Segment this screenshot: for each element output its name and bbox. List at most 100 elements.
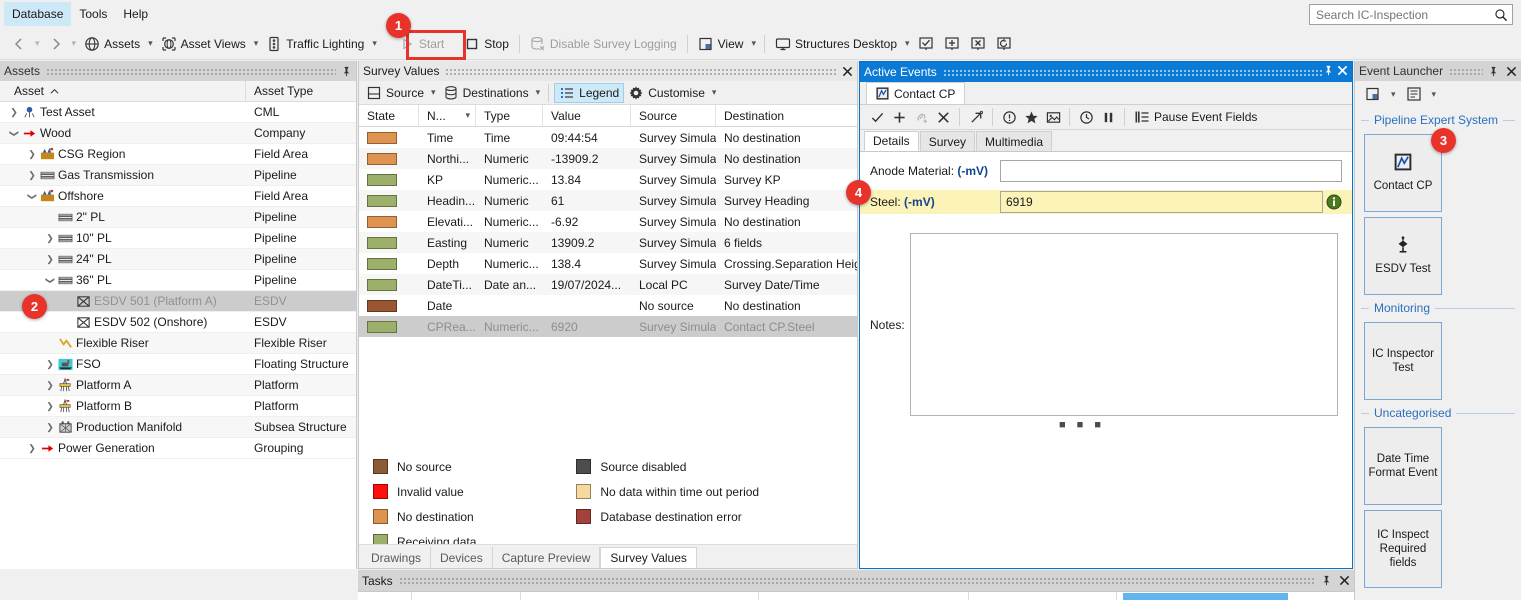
pin-icon[interactable] — [1488, 66, 1499, 77]
history-button[interactable] — [1075, 107, 1097, 127]
close-icon[interactable] — [1339, 575, 1350, 586]
nav-back-caret[interactable]: ▾ — [32, 38, 43, 49]
sv-col-state[interactable]: State — [359, 105, 419, 126]
delete-button[interactable] — [932, 107, 954, 127]
tree-row[interactable]: ❯ 10" PL Pipeline — [0, 228, 356, 249]
tree-row[interactable]: ❯ CSG Region Field Area — [0, 144, 356, 165]
sv-source-button[interactable]: Source — [362, 83, 428, 103]
tree-row[interactable]: ❯ Wood Company — [0, 123, 356, 144]
tree-row[interactable]: ❯ FSO Floating Structure — [0, 354, 356, 375]
active-events-drag-grip[interactable] — [942, 68, 1323, 76]
assets-column-asset[interactable]: Asset — [0, 81, 246, 101]
assets-drag-grip[interactable] — [46, 67, 336, 75]
survey-value-row[interactable]: Date No source No destination — [359, 295, 857, 316]
pin-icon[interactable] — [1321, 575, 1332, 586]
sv-col-type[interactable]: Type — [476, 105, 543, 126]
survey-value-row[interactable]: Elevati... Numeric... -6.92 Survey Simulat.… — [359, 211, 857, 232]
pin-icon[interactable] — [1323, 65, 1334, 76]
esdv-501-tree-row[interactable]: ESDV 501 (Platform A) ESDV — [0, 291, 356, 312]
structures-desktop-button[interactable]: Structures Desktop — [770, 32, 902, 56]
nav-forward-button[interactable] — [43, 32, 69, 56]
tree-row[interactable]: ❯ 36" PL Pipeline — [0, 270, 356, 291]
chevron-right-icon[interactable]: ❯ — [24, 170, 40, 181]
sv-col-destination[interactable]: Destination — [716, 105, 857, 126]
resize-grip-dots[interactable]: ■ ■ ■ — [860, 419, 1304, 431]
menu-item-help[interactable]: Help — [115, 2, 156, 26]
monitor-add-button[interactable] — [939, 32, 965, 56]
monitor-refresh-button[interactable] — [991, 32, 1017, 56]
chevron-right-icon[interactable]: ❯ — [42, 233, 58, 244]
chevron-right-icon[interactable]: ❯ — [42, 359, 58, 370]
survey-value-row[interactable]: Time Time 09:44:54 Survey Simulat... No dest… — [359, 127, 857, 148]
chevron-down-icon[interactable]: ❯ — [9, 125, 20, 141]
chevron-down-icon[interactable]: ❯ — [45, 272, 56, 288]
sv-destinations-button[interactable]: Destinations — [439, 83, 533, 103]
disable-survey-logging-button[interactable]: Disable Survey Logging — [525, 32, 682, 56]
tree-row[interactable]: ESDV 502 (Onshore) ESDV — [0, 312, 356, 333]
sv-customise-button[interactable]: Customise — [624, 83, 709, 103]
structures-desktop-caret[interactable]: ▾ — [902, 38, 913, 49]
image-button[interactable] — [1042, 107, 1064, 127]
chevron-right-icon[interactable]: ❯ — [42, 380, 58, 391]
close-icon[interactable] — [1337, 65, 1348, 76]
survey-values-drag-grip[interactable] — [445, 67, 837, 75]
tasks-selected-cell[interactable] — [1123, 593, 1288, 600]
alert-button[interactable] — [998, 107, 1020, 127]
el-view-caret[interactable]: ▾ — [1388, 89, 1399, 100]
tree-row[interactable]: ❯ 24" PL Pipeline — [0, 249, 356, 270]
tree-row[interactable]: Flexible Riser Flexible Riser — [0, 333, 356, 354]
event-launcher-tile[interactable]: IC Inspector Test — [1364, 322, 1442, 400]
traffic-lighting-caret[interactable]: ▾ — [369, 38, 380, 49]
sv-bottom-tab[interactable]: Devices — [431, 547, 493, 568]
notes-textarea[interactable] — [910, 233, 1338, 416]
chevron-right-icon[interactable]: ❯ — [24, 149, 40, 160]
view-caret[interactable]: ▾ — [748, 38, 759, 49]
nav-forward-caret[interactable]: ▾ — [69, 38, 80, 49]
link-add-button[interactable] — [910, 107, 932, 127]
traffic-lighting-button[interactable]: Traffic Lighting — [261, 32, 369, 56]
chevron-right-icon[interactable]: ❯ — [42, 422, 58, 433]
monitor-check-button[interactable] — [913, 32, 939, 56]
sv-destinations-caret[interactable]: ▾ — [533, 87, 544, 98]
tasks-drag-grip[interactable] — [398, 577, 1316, 584]
survey-value-row[interactable]: Easting Numeric 13909.2 Survey Simulat... 6 … — [359, 232, 857, 253]
chevron-down-icon[interactable]: ❯ — [27, 188, 38, 204]
assets-button[interactable]: Assets — [79, 32, 145, 56]
asset-views-button[interactable]: Asset Views — [156, 32, 251, 56]
el-list-button[interactable] — [1401, 82, 1427, 106]
survey-value-row[interactable]: Northi... Numeric -13909.2 Survey Simulat..… — [359, 148, 857, 169]
tree-row[interactable]: ❯ Platform A Platform — [0, 375, 356, 396]
nav-back-button[interactable] — [6, 32, 32, 56]
sv-col-name[interactable]: N... ▾ — [419, 105, 476, 126]
add-button[interactable] — [888, 107, 910, 127]
stop-button[interactable]: Stop — [459, 32, 514, 56]
sv-customise-caret[interactable]: ▾ — [709, 87, 720, 98]
ae-sub-tab[interactable]: Multimedia — [976, 131, 1053, 151]
chevron-right-icon[interactable]: ❯ — [42, 401, 58, 412]
survey-value-row[interactable]: CPRea... Numeric... 6920 Survey Simulat... C… — [359, 316, 857, 337]
pause-event-fields-button[interactable]: Pause Event Fields — [1130, 107, 1261, 127]
contact-cp-launcher-tile[interactable]: Contact CP — [1364, 134, 1442, 212]
tree-row[interactable]: ❯ Test Asset CML — [0, 102, 356, 123]
sv-bottom-tab[interactable]: Survey Values — [600, 547, 697, 568]
info-icon[interactable] — [1326, 194, 1342, 210]
tree-row[interactable]: ❯ Gas Transmission Pipeline — [0, 165, 356, 186]
event-launcher-drag-grip[interactable] — [1449, 67, 1483, 75]
tree-row[interactable]: ❯ Power Generation Grouping — [0, 438, 356, 459]
close-icon[interactable] — [842, 66, 853, 77]
favourite-button[interactable] — [1020, 107, 1042, 127]
chevron-right-icon[interactable]: ❯ — [42, 254, 58, 265]
tree-row[interactable]: ❯ Offshore Field Area — [0, 186, 356, 207]
event-launcher-tile[interactable]: ESDV Test — [1364, 217, 1442, 295]
sv-legend-button[interactable]: Legend — [554, 82, 625, 103]
assets-column-asset-type[interactable]: Asset Type — [246, 84, 356, 98]
event-launcher-tile[interactable]: Date Time Format Event — [1364, 427, 1442, 505]
survey-value-row[interactable]: KP Numeric... 13.84 Survey Simulat... Survey… — [359, 169, 857, 190]
el-list-caret[interactable]: ▾ — [1429, 89, 1440, 100]
ae-sub-tab[interactable]: Survey — [919, 131, 976, 151]
survey-value-row[interactable]: Depth Numeric... 138.4 Survey Simulat... Cro… — [359, 253, 857, 274]
tree-row[interactable]: 2" PL Pipeline — [0, 207, 356, 228]
sv-bottom-tab[interactable]: Capture Preview — [493, 547, 601, 568]
sv-source-caret[interactable]: ▾ — [428, 87, 439, 98]
tab-contact-cp[interactable]: Contact CP — [866, 82, 966, 104]
